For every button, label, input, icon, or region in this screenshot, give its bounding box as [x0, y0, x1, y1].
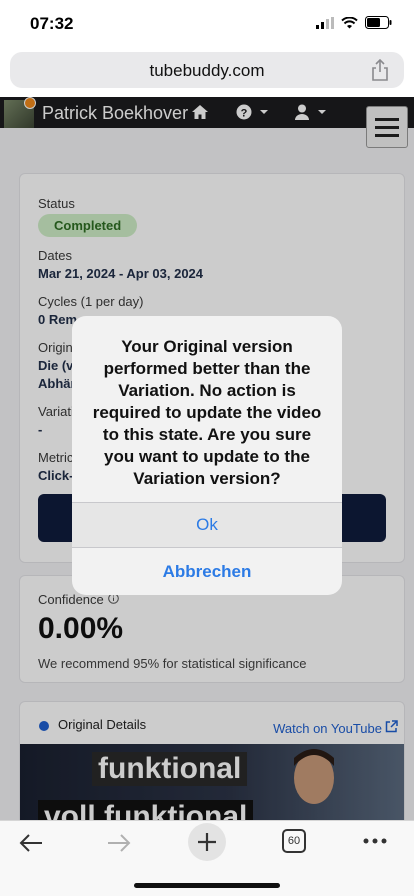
forward-arrow-icon[interactable] — [106, 833, 132, 853]
status-icons — [316, 16, 392, 29]
browser-toolbar: 60 — [0, 820, 414, 896]
plus-icon — [198, 833, 216, 851]
status-bar: 07:32 — [0, 0, 414, 48]
more-icon[interactable] — [363, 838, 387, 844]
home-indicator — [134, 883, 280, 888]
dialog-message: Your Original version performed better t… — [92, 337, 322, 488]
share-icon[interactable] — [370, 59, 390, 81]
tabs-button[interactable]: 60 — [282, 829, 306, 853]
cancel-button[interactable]: Abbrechen — [72, 548, 342, 595]
address-bar[interactable]: tubebuddy.com — [10, 52, 404, 88]
status-time: 07:32 — [30, 14, 74, 33]
cellular-signal-icon — [316, 16, 334, 29]
battery-icon — [365, 16, 392, 29]
url-text[interactable]: tubebuddy.com — [10, 61, 404, 81]
alert-dialog: Your Original version performed better t… — [72, 316, 342, 595]
wifi-icon — [341, 16, 358, 28]
back-arrow-icon[interactable] — [18, 833, 44, 853]
new-tab-button[interactable] — [188, 823, 226, 861]
ok-button[interactable]: Ok — [72, 503, 342, 547]
